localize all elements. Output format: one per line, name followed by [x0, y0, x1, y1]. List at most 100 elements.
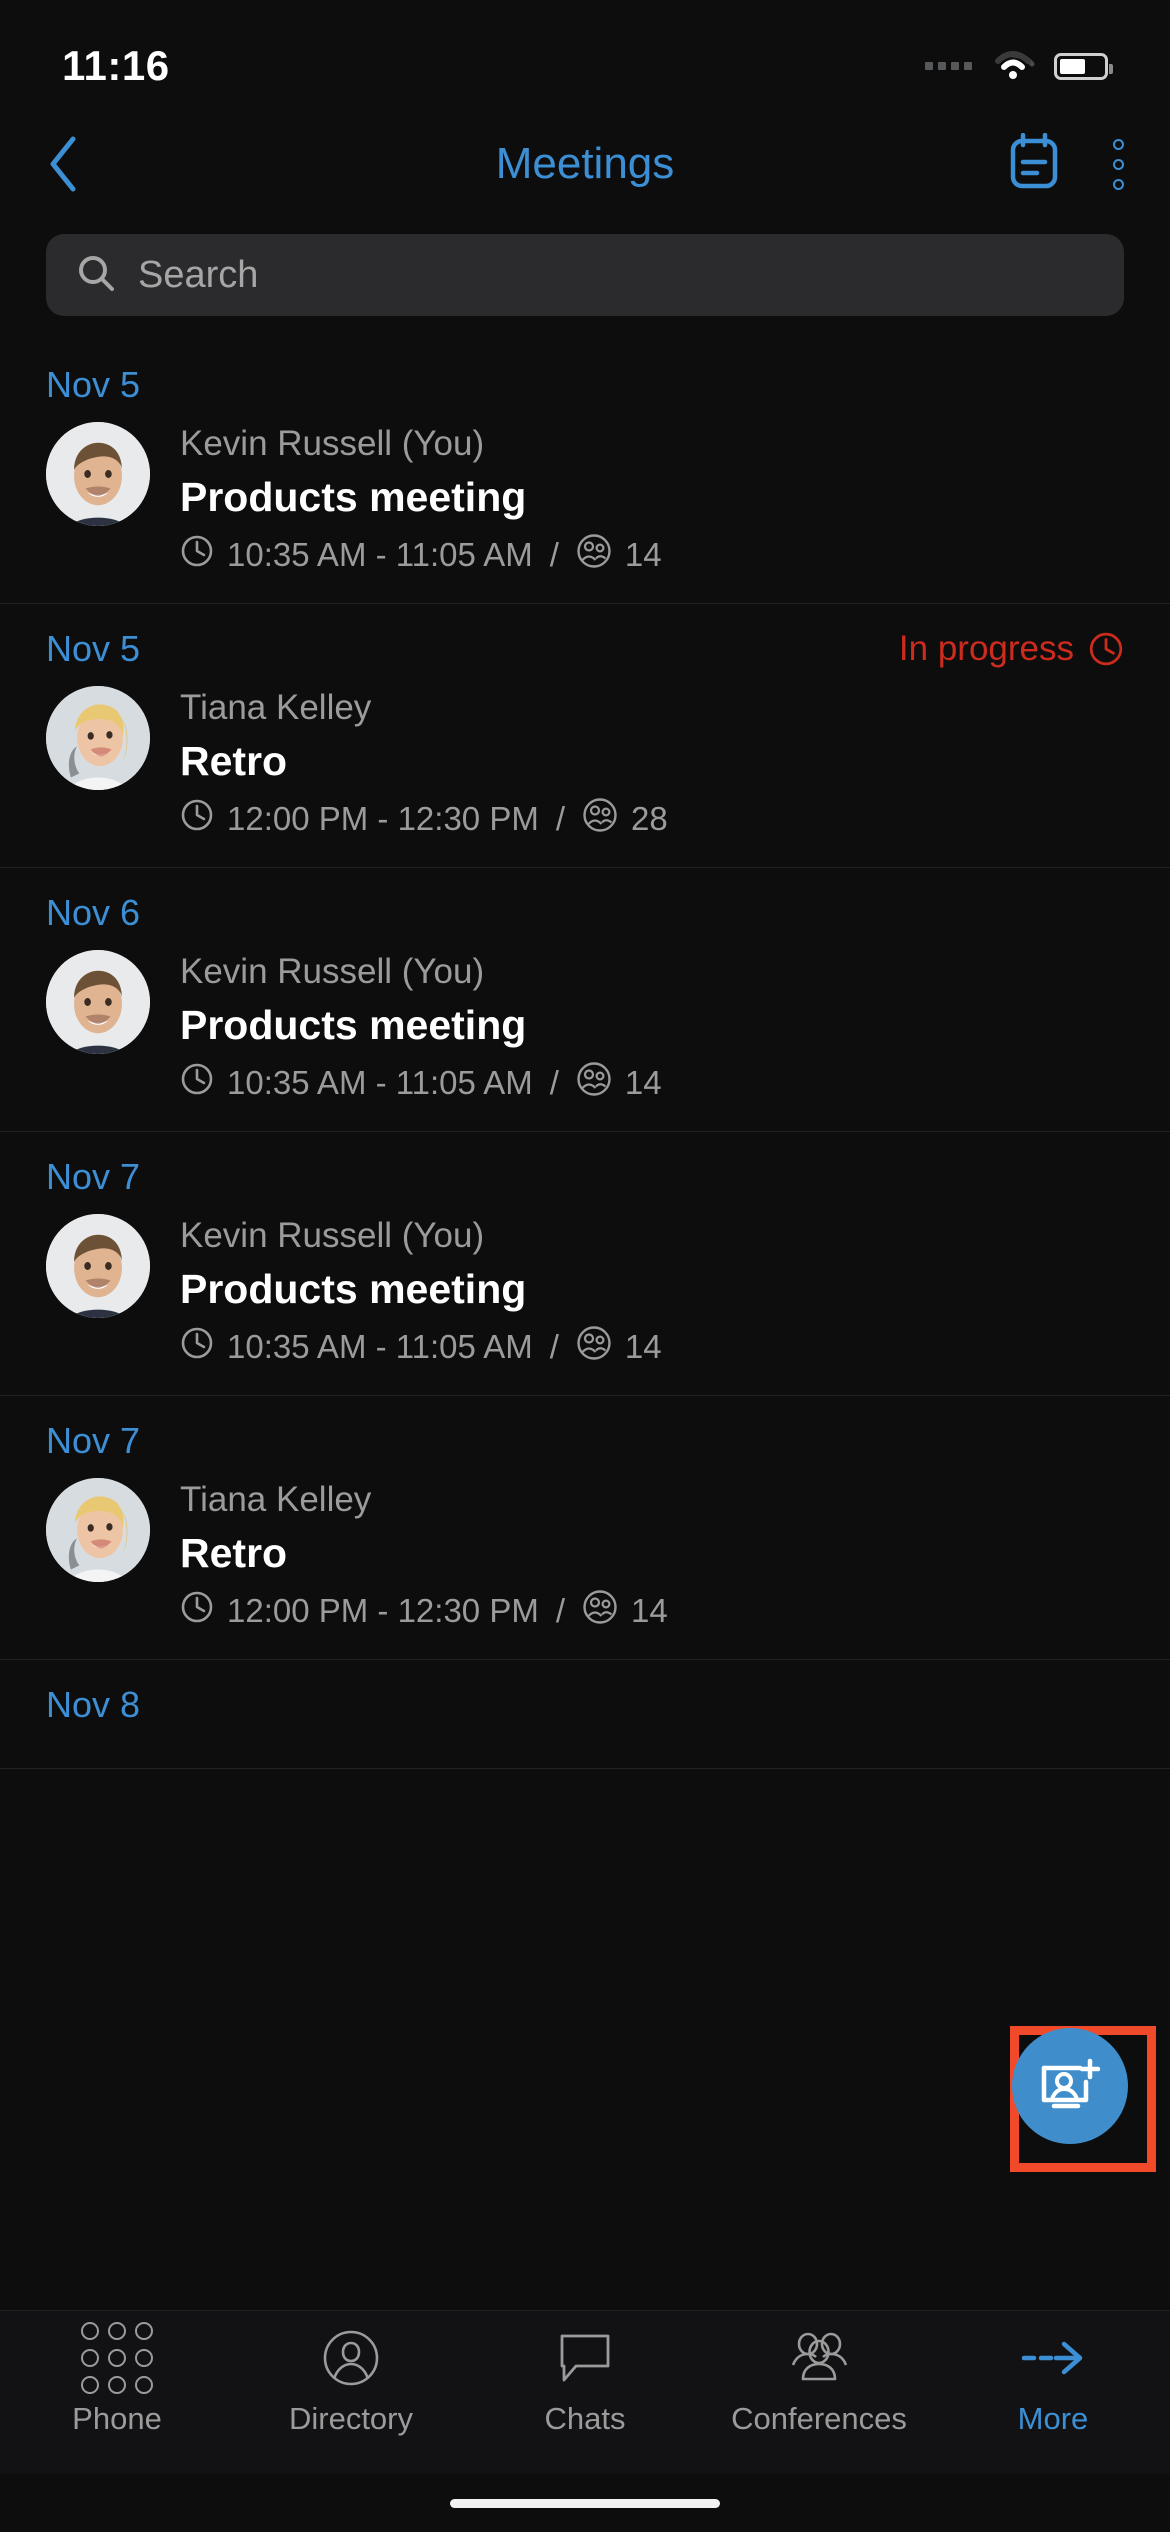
- meeting-row[interactable]: Nov 8: [0, 1660, 1170, 1769]
- clock-icon: [180, 798, 214, 840]
- tab-label: Directory: [288, 2401, 413, 2436]
- participants-count: 28: [631, 800, 668, 837]
- meeting-organizer: Tiana Kelley: [180, 688, 372, 727]
- bottom-tab-bar: Phone Directory Chats Conferences More: [0, 2310, 1170, 2474]
- add-conference-icon: [1041, 2058, 1101, 2109]
- meeting-row[interactable]: Nov 5 In progress Tiana Kelley Retro 12:…: [0, 604, 1170, 868]
- tab-conferences[interactable]: Conferences: [702, 2327, 936, 2437]
- female-avatar: [46, 686, 150, 790]
- male-avatar: [46, 1214, 150, 1318]
- avatar: [46, 422, 150, 526]
- meeting-date: Nov 6: [46, 892, 141, 933]
- meeting-title: Retro: [180, 1530, 288, 1576]
- search-field[interactable]: Search: [46, 234, 1124, 316]
- meeting-title: Products meeting: [180, 474, 527, 520]
- tab-chats[interactable]: Chats: [468, 2327, 702, 2437]
- meeting-time: 12:00 PM - 12:30 PM: [227, 1592, 539, 1629]
- status-bar: 11:16: [0, 0, 1170, 110]
- participants-count: 14: [631, 1592, 668, 1629]
- tab-directory[interactable]: Directory: [234, 2327, 468, 2437]
- meeting-row[interactable]: Nov 7 Tiana Kelley Retro 12:00 PM - 12:3…: [0, 1396, 1170, 1660]
- search-input[interactable]: Search: [138, 254, 258, 297]
- meta-separator: /: [549, 1328, 559, 1365]
- battery-icon: [1054, 52, 1113, 80]
- meta-separator: /: [549, 1064, 559, 1101]
- signal-dots-icon: [925, 62, 972, 70]
- clock-icon: [180, 1326, 214, 1368]
- participants-icon: [576, 533, 612, 577]
- status-badge: In progress: [899, 629, 1124, 669]
- tab-label: Conferences: [731, 2401, 907, 2436]
- meeting-meta: 10:35 AM - 11:05 AM / 14: [180, 1061, 1124, 1105]
- dashed-arrow-right-icon: [1020, 2327, 1086, 2389]
- tab-label: Chats: [544, 2401, 626, 2436]
- meeting-date: Nov 8: [46, 1684, 141, 1725]
- group-people-icon: [788, 2327, 850, 2389]
- avatar: [46, 1478, 150, 1582]
- tab-label: More: [1017, 2401, 1089, 2436]
- tab-more[interactable]: More: [936, 2327, 1170, 2437]
- calendar-button[interactable]: [1007, 132, 1061, 196]
- meta-separator: /: [549, 536, 559, 573]
- chevron-left-icon: [50, 136, 76, 192]
- meeting-date: Nov 7: [46, 1156, 141, 1197]
- meeting-row[interactable]: Nov 7 Kevin Russell (You) Products meeti…: [0, 1132, 1170, 1396]
- new-conference-button[interactable]: [1012, 2028, 1128, 2144]
- page-title: Meetings: [495, 139, 675, 188]
- participants-count: 14: [624, 536, 662, 573]
- meeting-organizer: Kevin Russell (You): [180, 424, 485, 463]
- tab-phone[interactable]: Phone: [0, 2322, 234, 2437]
- chat-bubble-icon: [556, 2327, 614, 2389]
- tab-label: Phone: [72, 2401, 162, 2436]
- meeting-time: 10:35 AM - 11:05 AM: [227, 536, 533, 573]
- meeting-organizer: Kevin Russell (You): [180, 1216, 485, 1255]
- meeting-date: Nov 5: [46, 364, 141, 405]
- navigation-bar: Meetings: [0, 110, 1170, 218]
- search-icon: [76, 253, 116, 298]
- status-label: In progress: [898, 629, 1074, 668]
- clock-icon: [180, 1590, 214, 1632]
- participants-icon: [576, 1325, 612, 1369]
- calendar-icon: [1010, 132, 1058, 188]
- participants-count: 14: [624, 1328, 662, 1365]
- male-avatar: [46, 422, 150, 526]
- female-avatar: [46, 1478, 150, 1582]
- dialpad-icon: [81, 2322, 153, 2394]
- clock-icon: [180, 534, 214, 576]
- avatar: [46, 1214, 150, 1318]
- status-indicators: [925, 47, 1113, 86]
- meeting-meta: 12:00 PM - 12:30 PM / 28: [180, 797, 1124, 841]
- clock-icon: [1089, 632, 1123, 666]
- meeting-time: 10:35 AM - 11:05 AM: [227, 1064, 533, 1101]
- meeting-row[interactable]: Nov 6 Kevin Russell (You) Products meeti…: [0, 868, 1170, 1132]
- meeting-title: Products meeting: [180, 1266, 527, 1312]
- home-indicator-area: [0, 2474, 1170, 2532]
- meeting-time: 10:35 AM - 11:05 AM: [227, 1328, 533, 1365]
- meeting-row[interactable]: Nov 5 Kevin Russell (You) Products meeti…: [0, 340, 1170, 604]
- avatar: [46, 686, 150, 790]
- meeting-meta: 10:35 AM - 11:05 AM / 14: [180, 533, 1124, 577]
- meeting-title: Retro: [180, 738, 288, 784]
- more-vertical-icon: [1113, 138, 1124, 150]
- meta-separator: /: [555, 1592, 565, 1629]
- status-time: 11:16: [62, 42, 170, 89]
- meetings-list[interactable]: Nov 5 Kevin Russell (You) Products meeti…: [0, 340, 1170, 2310]
- meeting-organizer: Kevin Russell (You): [180, 952, 485, 991]
- meeting-date: Nov 5: [46, 628, 141, 669]
- home-indicator[interactable]: [450, 2498, 720, 2508]
- clock-icon: [180, 1062, 214, 1104]
- meta-separator: /: [555, 800, 565, 837]
- overflow-menu-button[interactable]: [1113, 138, 1124, 190]
- contact-circle-icon: [322, 2327, 380, 2389]
- avatar: [46, 950, 150, 1054]
- participants-count: 14: [624, 1064, 662, 1101]
- meeting-date: Nov 7: [46, 1420, 141, 1461]
- app-screen: 11:16 Meetings Search Nov 5 Kevin Russel…: [0, 0, 1170, 2532]
- male-avatar: [46, 950, 150, 1054]
- meeting-meta: 12:00 PM - 12:30 PM / 14: [180, 1589, 1124, 1633]
- participants-icon: [582, 797, 618, 841]
- wifi-icon: [990, 47, 1036, 86]
- meeting-title: Products meeting: [180, 1002, 527, 1048]
- back-button[interactable]: [46, 129, 106, 199]
- participants-icon: [582, 1589, 618, 1633]
